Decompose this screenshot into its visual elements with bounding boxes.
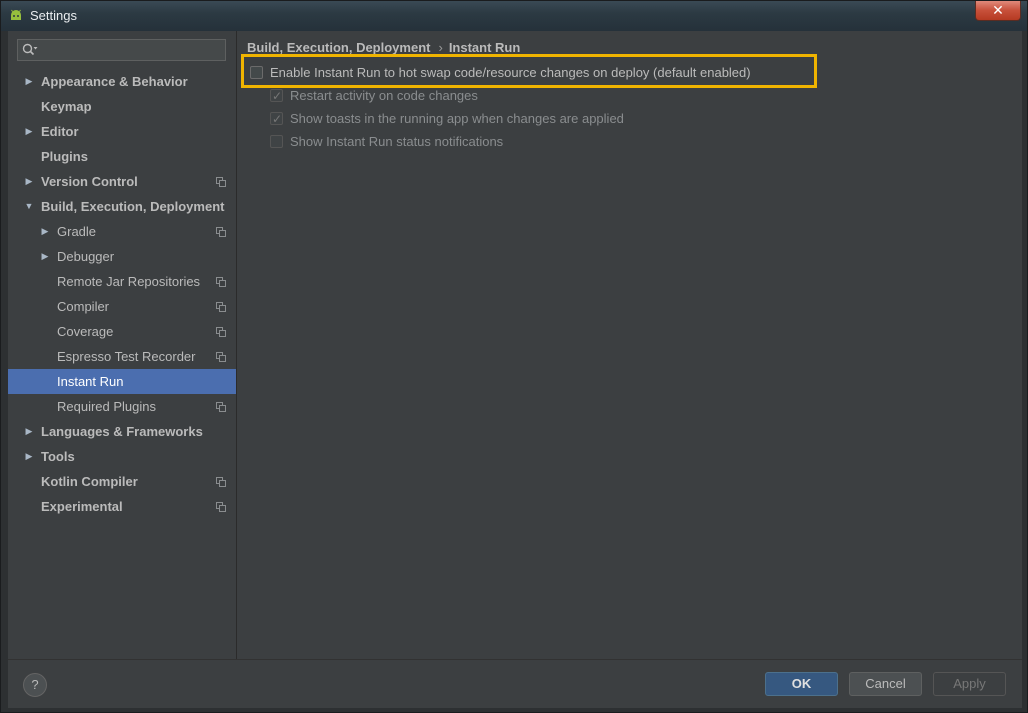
- check-icon: ✓: [272, 112, 283, 126]
- search-icon: [22, 43, 38, 56]
- sidebar-item-experimental[interactable]: Experimental: [8, 494, 236, 519]
- chevron-right-icon[interactable]: ▶: [23, 444, 35, 469]
- sidebar-item-label: Tools: [41, 449, 75, 464]
- sidebar-item-label: Kotlin Compiler: [41, 474, 138, 489]
- sidebar-item-label: Build, Execution, Deployment: [41, 199, 225, 214]
- restart-activity-checkbox[interactable]: ✓: [270, 89, 283, 103]
- android-icon: [11, 9, 21, 20]
- show-toasts-label: Show toasts in the running app when chan…: [290, 111, 624, 126]
- chevron-right-icon[interactable]: ▶: [39, 219, 51, 244]
- sidebar-item-label: Instant Run: [57, 374, 124, 389]
- sidebar-item-label: Required Plugins: [57, 399, 157, 414]
- sidebar-item-label: Gradle: [57, 224, 97, 239]
- sidebar-item-build-execution-deployment[interactable]: ▼ Build, Execution, Deployment: [8, 194, 236, 219]
- sidebar-item-plugins[interactable]: Plugins: [8, 144, 236, 169]
- sidebar-item-coverage[interactable]: Coverage: [8, 319, 236, 344]
- chevron-right-icon[interactable]: ▶: [23, 119, 35, 144]
- enable-instant-run-label: Enable Instant Run to hot swap code/reso…: [270, 65, 751, 80]
- chevron-down-icon[interactable]: ▼: [23, 194, 35, 219]
- project-settings-icon: [216, 302, 226, 312]
- sidebar-item-editor[interactable]: ▶ Editor: [8, 119, 236, 144]
- settings-window: Settings ✕ ▶ Appearance & Behavior Keymap ▶…: [0, 0, 1028, 713]
- project-settings-icon: [216, 477, 226, 487]
- chevron-right-icon[interactable]: ▶: [23, 69, 35, 94]
- help-button[interactable]: ?: [23, 673, 47, 697]
- status-notifications-checkbox[interactable]: [270, 135, 283, 148]
- settings-sidebar: ▶ Appearance & Behavior Keymap ▶ Editor Plugi…: [8, 31, 237, 659]
- project-settings-icon: [216, 227, 226, 237]
- breadcrumb: Build, Execution, Deployment › Instant Run: [247, 40, 520, 55]
- sidebar-item-label: Experimental: [41, 499, 123, 514]
- sidebar-item-label: Coverage: [57, 324, 114, 339]
- breadcrumb-separator: ›: [438, 40, 443, 55]
- sidebar-item-kotlin-compiler[interactable]: Kotlin Compiler: [8, 469, 236, 494]
- dialog-body: ▶ Appearance & Behavior Keymap ▶ Editor Plugi…: [8, 31, 1022, 708]
- sidebar-item-remote-jar-repositories[interactable]: Remote Jar Repositories: [8, 269, 236, 294]
- chevron-right-icon[interactable]: ▶: [23, 169, 35, 194]
- sidebar-item-compiler[interactable]: Compiler: [8, 294, 236, 319]
- sidebar-item-espresso-test-recorder[interactable]: Espresso Test Recorder: [8, 344, 236, 369]
- breadcrumb-current: Instant Run: [448, 40, 521, 55]
- sidebar-item-label: Compiler: [57, 299, 110, 314]
- show-toasts-checkbox[interactable]: ✓: [270, 112, 283, 126]
- settings-tree: ▶ Appearance & Behavior Keymap ▶ Editor Plugi…: [8, 69, 236, 519]
- window-title: Settings: [30, 8, 77, 23]
- apply-button[interactable]: Apply: [933, 672, 1006, 696]
- help-icon: ?: [31, 677, 39, 692]
- chevron-right-icon[interactable]: ▶: [23, 419, 35, 444]
- sidebar-item-label: Keymap: [41, 99, 92, 114]
- sidebar-item-keymap[interactable]: Keymap: [8, 94, 236, 119]
- close-button[interactable]: ✕: [975, 1, 1021, 21]
- sidebar-item-label: Editor: [41, 124, 79, 139]
- chevron-right-icon[interactable]: ▶: [39, 244, 51, 269]
- sidebar-item-tools[interactable]: ▶ Tools: [8, 444, 236, 469]
- sidebar-item-label: Remote Jar Repositories: [57, 274, 201, 289]
- close-icon: ✕: [992, 2, 1004, 18]
- enable-instant-run-checkbox[interactable]: [250, 66, 263, 79]
- sidebar-item-required-plugins[interactable]: Required Plugins: [8, 394, 236, 419]
- project-settings-icon: [216, 402, 226, 412]
- search-box[interactable]: [17, 39, 226, 61]
- project-settings-icon: [216, 502, 226, 512]
- main-panel: Build, Execution, Deployment › Instant Run…: [237, 31, 1022, 659]
- search-input[interactable]: [40, 41, 224, 61]
- sidebar-item-label: Debugger: [57, 249, 115, 264]
- sidebar-item-gradle[interactable]: ▶ Gradle: [8, 219, 236, 244]
- ok-button[interactable]: OK: [765, 672, 838, 696]
- sidebar-item-label: Languages & Frameworks: [41, 424, 203, 439]
- cancel-button[interactable]: Cancel: [849, 672, 922, 696]
- project-settings-icon: [216, 277, 226, 287]
- project-settings-icon: [216, 177, 226, 187]
- sidebar-item-label: Appearance & Behavior: [41, 74, 188, 89]
- restart-activity-label: Restart activity on code changes: [290, 88, 478, 103]
- sidebar-item-debugger[interactable]: ▶ Debugger: [8, 244, 236, 269]
- sidebar-item-languages-frameworks[interactable]: ▶ Languages & Frameworks: [8, 419, 236, 444]
- sidebar-item-instant-run[interactable]: Instant Run: [8, 369, 236, 394]
- project-settings-icon: [216, 352, 226, 362]
- title-bar[interactable]: Settings ✕: [1, 1, 1027, 31]
- sidebar-item-label: Version Control: [41, 174, 138, 189]
- sidebar-item-appearance-behavior[interactable]: ▶ Appearance & Behavior: [8, 69, 236, 94]
- sidebar-item-label: Espresso Test Recorder: [57, 349, 196, 364]
- sidebar-item-label: Plugins: [41, 149, 88, 164]
- dialog-footer: ? OK Cancel Apply: [8, 659, 1022, 708]
- breadcrumb-parent[interactable]: Build, Execution, Deployment: [247, 40, 430, 55]
- sidebar-item-version-control[interactable]: ▶ Version Control: [8, 169, 236, 194]
- status-notifications-label: Show Instant Run status notifications: [290, 134, 504, 149]
- project-settings-icon: [216, 327, 226, 337]
- check-icon: ✓: [272, 89, 283, 103]
